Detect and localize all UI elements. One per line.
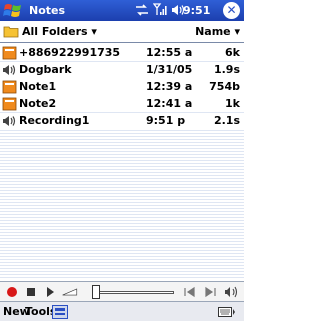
list-item[interactable]: Note1 12:39 a 754b (0, 79, 244, 95)
item-time: 12:39 a (146, 80, 193, 93)
item-name: Dogbark (19, 63, 72, 76)
record-icon[interactable] (4, 284, 20, 300)
item-name: Recording1 (19, 114, 90, 127)
list-item[interactable]: +886922991735 12:55 a 6k (0, 45, 244, 61)
item-size: 754b (209, 80, 240, 93)
speaker-toggle-icon[interactable] (224, 284, 240, 300)
menu-bar: New Tools (0, 301, 244, 321)
playback-slider[interactable] (96, 291, 174, 294)
recorder-toolbar (0, 281, 244, 301)
item-size: 6k (225, 46, 240, 59)
recording-icon (3, 116, 16, 126)
note-icon (2, 97, 17, 111)
clock[interactable]: 9:51 (183, 4, 210, 17)
close-button[interactable]: ✕ (223, 2, 240, 19)
list-item[interactable]: Recording1 9:51 p 2.1s (0, 113, 244, 129)
item-name: +886922991735 (19, 46, 121, 59)
status-icons (135, 3, 189, 16)
sync-arrows-icon[interactable] (135, 3, 149, 16)
slider-thumb[interactable] (92, 285, 100, 299)
folder-dropdown[interactable]: All Folders ▾ (22, 25, 97, 38)
item-size: 1.9s (213, 63, 240, 76)
item-time: 12:41 a (146, 97, 193, 110)
item-name: Note1 (19, 80, 57, 93)
volume-ramp-icon[interactable] (62, 284, 78, 300)
note-icon (2, 80, 17, 94)
signal-strength-icon[interactable] (153, 3, 167, 16)
item-name: Note2 (19, 97, 57, 110)
item-time: 1/31/05 (146, 63, 193, 76)
start-windows-flag-icon[interactable] (3, 2, 23, 19)
list-item[interactable]: Dogbark 1/31/05 1.9s (0, 62, 244, 78)
item-time: 12:55 a (146, 46, 193, 59)
keyboard-icon[interactable] (218, 305, 236, 319)
app-title: Notes (29, 4, 66, 17)
folder-bar: All Folders ▾ Name ▾ (0, 21, 244, 43)
folder-icon (3, 26, 19, 38)
sort-dropdown[interactable]: Name ▾ (195, 25, 240, 38)
close-icon: ✕ (226, 3, 237, 17)
item-size: 1k (225, 97, 240, 110)
stop-icon[interactable] (23, 284, 39, 300)
play-icon[interactable] (42, 284, 58, 300)
recording-icon (3, 65, 16, 75)
skip-back-icon[interactable] (182, 284, 198, 300)
item-time: 9:51 p (146, 114, 186, 127)
file-list: +886922991735 12:55 a 6k Dogbark 1/31/05… (0, 44, 244, 280)
note-view-icon[interactable] (52, 305, 68, 319)
note-icon (2, 46, 17, 60)
item-size: 2.1s (213, 114, 240, 127)
skip-forward-icon[interactable] (202, 284, 218, 300)
list-item[interactable]: Note2 12:41 a 1k (0, 96, 244, 112)
title-bar: Notes 9:51 ✕ (0, 0, 244, 21)
